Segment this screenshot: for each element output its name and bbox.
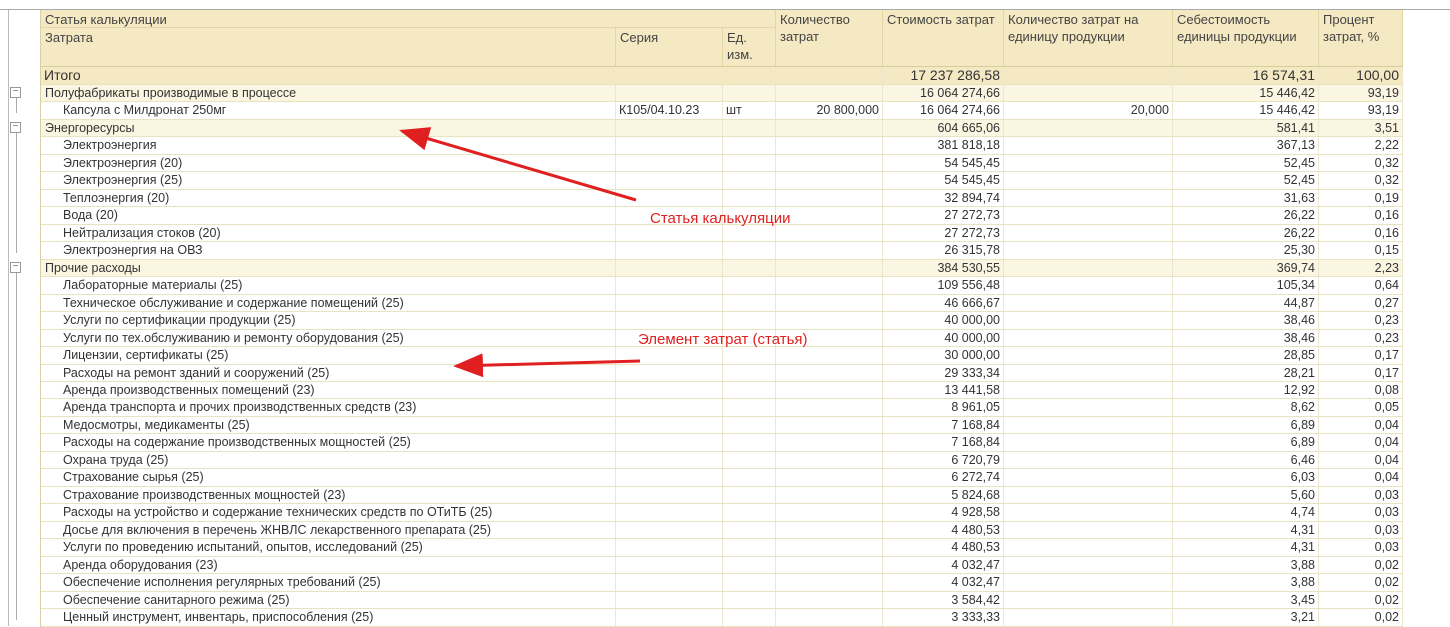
annotation-arrows <box>399 127 641 378</box>
annotation-element: Элемент затрат (статья) <box>638 331 808 348</box>
arrow-article <box>399 127 637 202</box>
annotation-article: Статья калькуляции <box>650 210 791 227</box>
arrow-element <box>453 353 641 378</box>
